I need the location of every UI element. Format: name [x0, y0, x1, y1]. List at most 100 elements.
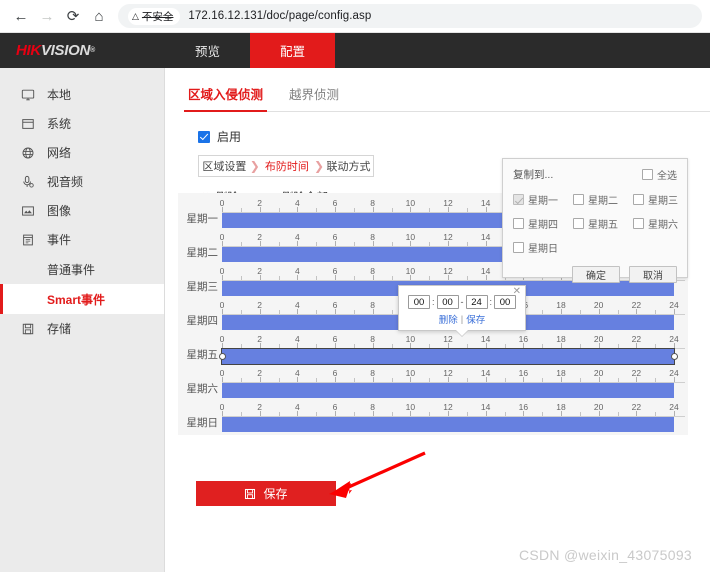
- sidebar-item-system[interactable]: 系统: [0, 109, 164, 138]
- axis-tick: [579, 344, 581, 348]
- axis-tick-label: 2: [257, 198, 263, 208]
- schedule-bar[interactable]: [222, 383, 674, 398]
- axis-tick: [542, 378, 544, 382]
- schedule-handle-end[interactable]: [670, 352, 678, 360]
- checkbox[interactable]: [513, 242, 524, 253]
- axis-tick: [466, 208, 468, 212]
- tab-region-intrusion-detection[interactable]: 区域入侵侦测: [183, 80, 268, 112]
- schedule-bar-track[interactable]: [222, 383, 685, 398]
- checkbox[interactable]: [633, 218, 644, 229]
- confirm-button[interactable]: 确定: [572, 266, 620, 283]
- select-all-row[interactable]: 全选: [642, 167, 677, 182]
- process-tab-area-settings[interactable]: 区域设置: [199, 156, 250, 176]
- axis-tick: [429, 344, 431, 348]
- schedule-day-label: 星期六: [186, 383, 219, 395]
- cancel-button[interactable]: 取消: [629, 266, 677, 283]
- schedule-row[interactable]: 星期六 0 2 4 6 8 10 12 14 16 18 20 22 24: [178, 368, 688, 403]
- start-hour-input[interactable]: 00: [407, 295, 430, 309]
- forward-icon[interactable]: →: [34, 3, 60, 29]
- axis-tick: [542, 344, 544, 348]
- copy-day-saturday[interactable]: 星期六: [633, 216, 693, 231]
- axis-tick-label: 6: [332, 232, 338, 242]
- time-dash: -: [460, 297, 464, 307]
- copy-day-label: 星期一: [528, 196, 558, 207]
- sidebar-subitem-label: Smart事件: [47, 292, 106, 307]
- copy-day-friday[interactable]: 星期五: [573, 216, 633, 231]
- enable-checkbox[interactable]: [198, 130, 210, 143]
- not-secure-badge[interactable]: △ 不安全: [128, 7, 181, 25]
- schedule-bar-track[interactable]: [222, 417, 685, 432]
- schedule-row[interactable]: 星期日 0 2 4 6 8 10 12 14 16 18 20 22 24: [178, 402, 688, 437]
- nav-configuration[interactable]: 配置: [250, 33, 335, 68]
- axis-tick: [278, 276, 280, 280]
- copy-day-monday[interactable]: 星期一: [513, 192, 573, 207]
- checkbox[interactable]: [573, 194, 584, 205]
- sidebar-item-video-audio[interactable]: 视音频: [0, 167, 164, 196]
- sidebar-item-local[interactable]: 本地: [0, 80, 164, 109]
- copy-day-thursday[interactable]: 星期四: [513, 216, 573, 231]
- axis-tick: [278, 242, 280, 246]
- axis-tick: [542, 412, 544, 416]
- reload-icon[interactable]: ⟳: [60, 3, 86, 29]
- axis-tick: [466, 412, 468, 416]
- schedule-day-label: 星期二: [186, 247, 219, 259]
- save-disk-icon: [20, 321, 35, 336]
- close-icon[interactable]: ✕: [513, 287, 521, 297]
- axis-tick: [353, 344, 355, 348]
- popup-save-link[interactable]: 保存: [466, 312, 485, 326]
- copy-day-tuesday[interactable]: 星期二: [573, 192, 633, 207]
- popup-delete-link[interactable]: 删除: [439, 312, 458, 326]
- axis-tick-label: 6: [332, 300, 338, 310]
- checkbox[interactable]: [513, 218, 524, 229]
- axis-tick: [316, 344, 318, 348]
- tab-line-crossing-detection[interactable]: 越界侦测: [287, 80, 341, 111]
- axis-tick-label: 12: [443, 266, 453, 276]
- schedule-bar-track[interactable]: [218, 349, 685, 364]
- nav-preview[interactable]: 预览: [165, 33, 250, 68]
- axis-tick: [316, 378, 318, 382]
- schedule-handle-start[interactable]: [218, 352, 226, 360]
- axis-tick: [316, 242, 318, 246]
- copy-dialog-buttons: 确定 取消: [513, 266, 677, 283]
- schedule-axis: 024681012141618202224: [220, 402, 685, 417]
- schedule-bar[interactable]: [222, 417, 674, 432]
- save-button[interactable]: 保存: [196, 481, 336, 506]
- axis-tick-label: 14: [480, 232, 491, 242]
- axis-tick-label: 8: [370, 232, 376, 242]
- copy-day-sunday[interactable]: 星期日: [513, 240, 573, 255]
- process-tab-arming-schedule[interactable]: 布防时间: [260, 156, 314, 176]
- axis-tick: [316, 412, 318, 416]
- back-icon[interactable]: ←: [8, 3, 34, 29]
- axis-tick: [353, 310, 355, 314]
- home-icon[interactable]: ⌂: [86, 3, 112, 29]
- end-hour-input[interactable]: 24: [465, 295, 488, 309]
- axis-tick: [579, 378, 581, 382]
- schedule-row[interactable]: 星期五 0 2 4 6 8 10 12 14 16 18 20 22 24: [178, 334, 688, 369]
- schedule-day-label: 星期一: [186, 213, 219, 225]
- time-colon: :: [431, 297, 435, 307]
- end-minute-input[interactable]: 00: [494, 295, 517, 309]
- sidebar-item-storage[interactable]: 存储: [0, 314, 164, 343]
- copy-day-label: 星期二: [588, 196, 618, 207]
- address-bar[interactable]: △ 不安全 172.16.12.131/doc/page/config.asp: [118, 4, 702, 28]
- sidebar-item-event[interactable]: 事件: [0, 225, 164, 254]
- sidebar-item-network[interactable]: 网络: [0, 138, 164, 167]
- axis-tick: [617, 378, 619, 382]
- schedule-bar[interactable]: [222, 349, 674, 364]
- axis-tick: [579, 412, 581, 416]
- checkbox[interactable]: [633, 194, 644, 205]
- select-all-checkbox[interactable]: [642, 169, 653, 180]
- axis-tick-label: 18: [556, 402, 566, 412]
- axis-tick-label: 4: [294, 368, 300, 378]
- start-minute-input[interactable]: 00: [436, 295, 459, 309]
- annotation-arrow: [329, 451, 426, 498]
- checkbox[interactable]: [573, 218, 584, 229]
- sidebar-item-image[interactable]: 图像: [0, 196, 164, 225]
- schedule-axis: 024681012141618202224: [220, 368, 685, 383]
- sidebar-item-normal-event[interactable]: 普通事件: [0, 254, 164, 284]
- axis-tick-label: 6: [332, 198, 338, 208]
- sidebar-item-smart-event[interactable]: Smart事件: [0, 284, 164, 314]
- copy-day-wednesday[interactable]: 星期三: [633, 192, 693, 207]
- process-tab-linkage-method[interactable]: 联动方式: [324, 156, 373, 176]
- axis-tick-label: 18: [556, 334, 566, 344]
